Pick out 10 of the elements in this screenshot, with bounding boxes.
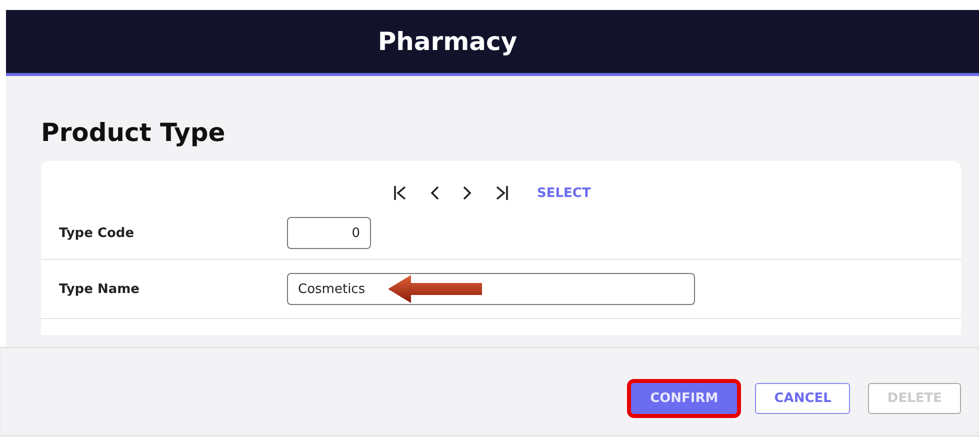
field-label: Type Name [59, 282, 140, 296]
input-field[interactable]: Cosmetics [287, 273, 695, 305]
field-label: Type Code [59, 226, 136, 240]
input-field[interactable]: 0 [287, 217, 371, 249]
action-button[interactable]: CANCEL [755, 383, 850, 414]
previous-icon[interactable] [429, 185, 441, 201]
select-link[interactable]: SELECT [537, 186, 591, 200]
next-icon[interactable] [461, 185, 473, 201]
app-title: Pharmacy [378, 27, 518, 56]
page-title: Product Type [41, 118, 226, 147]
